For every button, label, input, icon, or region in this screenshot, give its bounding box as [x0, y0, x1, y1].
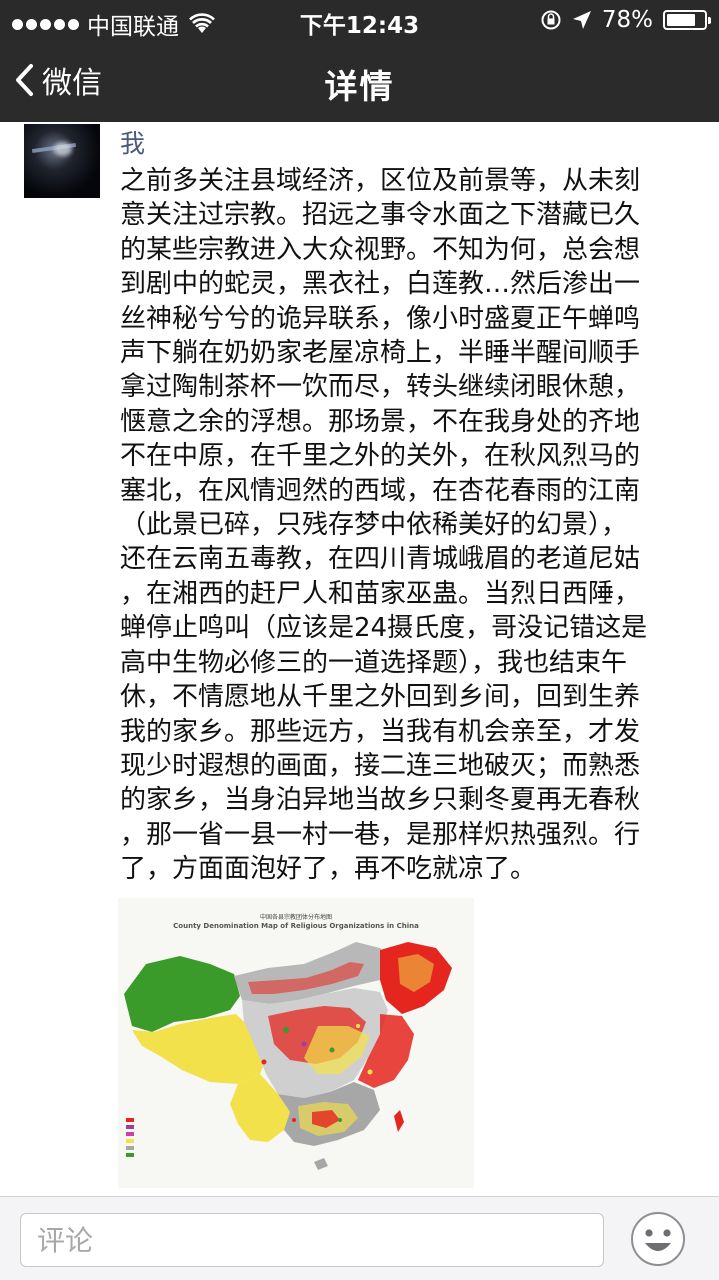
battery-fill	[667, 14, 696, 26]
comment-bar	[0, 1196, 719, 1280]
post-text-line: 的某些宗教进入大众视野。不知为何，总会想	[120, 234, 641, 265]
post-text-line: ，在湘西的赶尸人和苗家巫蛊。当烈日西陲，	[120, 578, 641, 609]
post-text-line: 意关注过宗教。招远之事令水面之下潜藏已久	[120, 200, 641, 231]
battery-icon	[663, 10, 711, 30]
post-text-line: 丝神秘兮兮的诡异联系，像小时盛夏正午蝉鸣	[120, 303, 641, 334]
post-text-line: 拿过陶制茶杯一饮而尽，转头继续闭眼休憩，	[120, 372, 641, 403]
nav-bar: 微信 详情	[0, 40, 719, 122]
comment-input[interactable]	[20, 1213, 604, 1267]
post-text-line: 声下躺在奶奶家老屋凉椅上，半睡半醒间顺手	[120, 338, 641, 369]
author-name[interactable]: 我	[120, 124, 145, 160]
china-map-graphic	[124, 942, 452, 1170]
post-text-line: 到剧中的蛇灵，黑衣社，白莲教…然后渗出一	[120, 269, 641, 300]
post-text-line: 惬意之余的浮想。那场景，不在我身处的齐地	[120, 406, 641, 437]
post-text-line: 还在云南五毒教，在四川青城峨眉的老道尼姑	[120, 544, 641, 575]
post-text-line: 塞北，在风情迥然的西域，在杏花春雨的江南	[120, 475, 641, 506]
post-text-line: 高中生物必修三的一道选择题），我也结束午	[120, 647, 628, 678]
post-text-line: 的家乡，当身泊异地当故乡只剩冬夏再无春秋	[120, 785, 641, 816]
post-text-line: 休，不情愿地从千里之外回到乡间，回到生养	[120, 682, 641, 713]
page-title: 详情	[324, 67, 395, 106]
post-text-line: 不在中原，在千里之外的关外，在秋风烈马的	[120, 441, 641, 472]
post-image-map[interactable]: 中国各县宗教团体分布地图 County Denomination Map of …	[118, 898, 474, 1188]
post-text-line: 了，方面面泡好了，再不吃就凉了。	[120, 854, 537, 885]
map-title-cn: 中国各县宗教团体分布地图	[259, 914, 332, 921]
map-legend	[126, 1116, 134, 1158]
battery-percent: 78%	[601, 7, 653, 33]
post-text: 之前多关注县域经济，区位及前景等，从未刻 意关注过宗教。招远之事令水面之下潜藏已…	[120, 164, 700, 887]
post-text-line: 现少时遐想的画面，接二连三地破灭；而熟悉	[120, 750, 641, 781]
status-right: 78%	[540, 7, 711, 33]
location-arrow-icon	[572, 11, 591, 29]
avatar[interactable]	[24, 124, 100, 198]
rotation-lock-icon	[541, 10, 561, 30]
post-text-line: 我的家乡。那些远方，当我有机会亲至，才发	[120, 716, 641, 747]
post-text-line: （此景已碎，只残存梦中依稀美好的幻景），	[120, 510, 628, 541]
post-text-line: ，那一省一县一村一巷，是那样炽热强烈。行	[120, 819, 641, 850]
post-text-line: 之前多关注县域经济，区位及前景等，从未刻	[120, 166, 641, 196]
map-title-en: County Denomination Map of Religious Org…	[173, 922, 419, 930]
post-text-line: 蝉停止鸣叫（应该是24摄氏度，哥没记错这是	[120, 613, 648, 644]
status-bar: 中国联通 下午12:43 78%	[0, 0, 719, 40]
smiley-icon[interactable]	[630, 1211, 686, 1267]
